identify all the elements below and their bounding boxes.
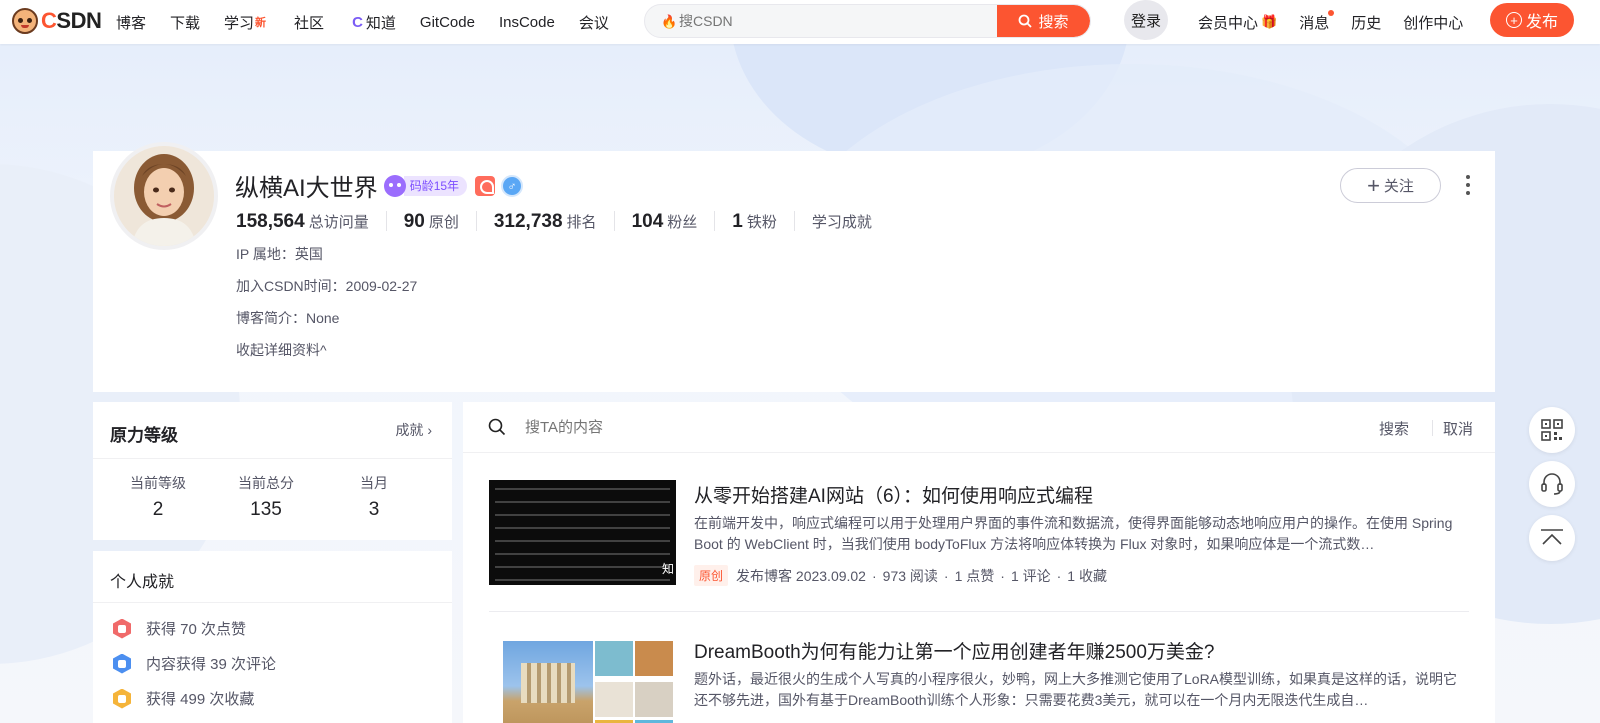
achievement-link[interactable]: 成就 › (395, 420, 432, 440)
article-item[interactable]: DreamBooth为何有能力让第一个应用创建者年赚2500万美金? 题外话，最… (489, 636, 1469, 723)
publish-button[interactable]: + 发布 (1490, 3, 1574, 37)
content-search-bar: 搜索 取消 (463, 402, 1495, 453)
red-medal-icon[interactable] (475, 175, 496, 196)
stat-iron-fans[interactable]: 1 铁粉 (732, 211, 795, 232)
global-search-input[interactable] (679, 5, 979, 37)
top-bar: CSDN 博客 下载 学习新 社区 C 知道 GitCode InsCode 会议… (0, 0, 1600, 44)
article-description: 题外话，最近很火的生成个人写真的小程序很火，妙鸭，网上大多推测它使用了LoRA模… (694, 671, 1458, 708)
content-search-input[interactable] (525, 414, 1025, 440)
stat-original[interactable]: 90 原创 (404, 211, 477, 232)
nav-item-zhidao[interactable]: C 知道 (352, 12, 396, 33)
csdn-logo[interactable]: CSDN (12, 8, 102, 34)
achievement-item: 获得 70 次点赞 (112, 618, 246, 639)
more-vertical-icon[interactable] (1463, 173, 1473, 197)
plus-circle-icon: + (1505, 12, 1522, 28)
global-search-button[interactable]: 搜索 (997, 5, 1090, 37)
collapse-details-link[interactable]: 收起详细资料^ (236, 340, 327, 360)
article-divider (489, 611, 1469, 612)
stat-fans[interactable]: 104 粉丝 (632, 211, 716, 232)
article-title[interactable]: 从零开始搭建AI网站（6）：如何使用响应式编程 (694, 481, 1093, 508)
zhidao-icon: C (352, 13, 363, 31)
history-link[interactable]: 历史 (1351, 12, 1381, 33)
qr-code-icon (1541, 419, 1563, 441)
nav-item-blog[interactable]: 博客 (116, 12, 146, 33)
level-stat: 当前总分 135 (238, 475, 294, 520)
blue-medal-icon[interactable]: ♂ (501, 174, 524, 197)
achievements-card: 个人成就 获得 70 次点赞 内容获得 39 次评论 获得 499 次收藏 (93, 551, 452, 723)
main-nav: 博客 下载 学习新 社区 C 知道 GitCode InsCode 会议 (116, 0, 633, 44)
gift-icon: 🎁 (1261, 14, 1278, 29)
profile-card: 纵横AI大世界 码龄15年 ♂ + 关注 158,564 总访问量 90 原创 31… (93, 142, 1495, 392)
stat-rank[interactable]: 312,738 排名 (494, 211, 615, 232)
nav-item-community[interactable]: 社区 (294, 12, 324, 33)
avatar[interactable] (110, 142, 218, 250)
vip-center-link[interactable]: 会员中心 🎁 (1198, 12, 1277, 33)
login-button[interactable]: 登录 (1124, 0, 1168, 40)
search-icon (1019, 14, 1033, 28)
article-title[interactable]: DreamBooth为何有能力让第一个应用创建者年赚2500万美金? (694, 637, 1215, 664)
original-tag: 原创 (694, 565, 729, 586)
robot-badge-icon[interactable] (383, 174, 406, 197)
unread-dot (1328, 9, 1335, 16)
achievement-item: 内容获得 39 次评论 (112, 653, 276, 674)
level-card: 原力等级 成就 › 当前等级 2 当前总分 135 当月 3 (93, 402, 452, 540)
favorite-badge-icon (113, 688, 131, 709)
customer-service-button[interactable] (1529, 461, 1575, 507)
like-badge-icon (113, 618, 131, 639)
profile-name: 纵横AI大世界 (235, 175, 378, 202)
header-right-nav: 会员中心 🎁 消息 历史 创作中心 (1198, 0, 1485, 44)
back-to-top-button[interactable] (1529, 515, 1575, 561)
search-icon (488, 418, 506, 436)
content-cancel-button[interactable]: 取消 (1443, 418, 1473, 439)
nav-item-learn[interactable]: 学习新 (224, 12, 266, 33)
level-card-title: 原力等级 (110, 426, 178, 445)
level-stats: 当前等级 2 当前总分 135 当月 3 (93, 473, 452, 521)
global-search: 🔥 搜索 (644, 4, 1091, 38)
profile-name-row: 纵横AI大世界 码龄15年 ♂ (235, 168, 524, 203)
headset-icon (1541, 473, 1563, 495)
level-stat: 当前等级 2 (130, 475, 186, 520)
qr-code-button[interactable] (1529, 407, 1575, 453)
article-thumbnail[interactable]: 知 (489, 480, 676, 585)
fire-icon: 🔥 (661, 14, 678, 29)
ip-location: IP 属地：英国 (236, 246, 323, 262)
nav-item-inscode[interactable]: InsCode (499, 14, 555, 31)
plus-icon: + (1367, 172, 1380, 198)
achievements-title: 个人成就 (110, 574, 175, 591)
join-date: 加入CSDN时间：2009-02-27 (236, 278, 418, 294)
profile-stats: 158,564 总访问量 90 原创 312,738 排名 104 粉丝 1 铁粉 学习成… (236, 211, 906, 232)
back-to-top-icon (1541, 529, 1563, 545)
comment-badge-icon (113, 653, 131, 674)
chevron-right-icon: › (427, 422, 432, 438)
chevron-up-icon: ^ (320, 342, 327, 358)
achievement-item: 获得 499 次收藏 (112, 688, 254, 709)
nav-item-download[interactable]: 下载 (170, 12, 200, 33)
article-meta: 原创 发布博客 2023.09.02 · 973 阅读 · 1 点赞 · 1 评论 · … (694, 565, 1107, 586)
code-age-badge: 码龄15年 (403, 175, 468, 196)
stat-visits[interactable]: 158,564 总访问量 (236, 211, 387, 232)
level-stat: 当月 3 (360, 475, 388, 520)
content-panel: 搜索 取消 知 从零开始搭建AI网站（6）：如何使用响应式编程 在前端开发中，响… (463, 402, 1495, 723)
new-badge: 新 (255, 17, 267, 29)
monkey-logo-icon (12, 8, 38, 34)
messages-link[interactable]: 消息 (1299, 9, 1335, 33)
stat-learning[interactable]: 学习成就 (812, 211, 889, 231)
article-item[interactable]: 知 从零开始搭建AI网站（6）：如何使用响应式编程 在前端开发中，响应式编程可以… (489, 480, 1469, 592)
nav-item-gitcode[interactable]: GitCode (420, 14, 475, 31)
follow-button[interactable]: + 关注 (1340, 168, 1441, 203)
article-thumbnail[interactable] (489, 636, 676, 723)
blog-intro: 博客简介：None (236, 310, 340, 326)
creator-center-link[interactable]: 创作中心 (1403, 12, 1463, 33)
nav-item-meeting[interactable]: 会议 (579, 12, 609, 33)
content-search-button[interactable]: 搜索 (1379, 418, 1409, 439)
article-description: 在前端开发中，响应式编程可以用于处理用户界面的事件流和数据流，使得界面能够动态地… (694, 515, 1453, 552)
